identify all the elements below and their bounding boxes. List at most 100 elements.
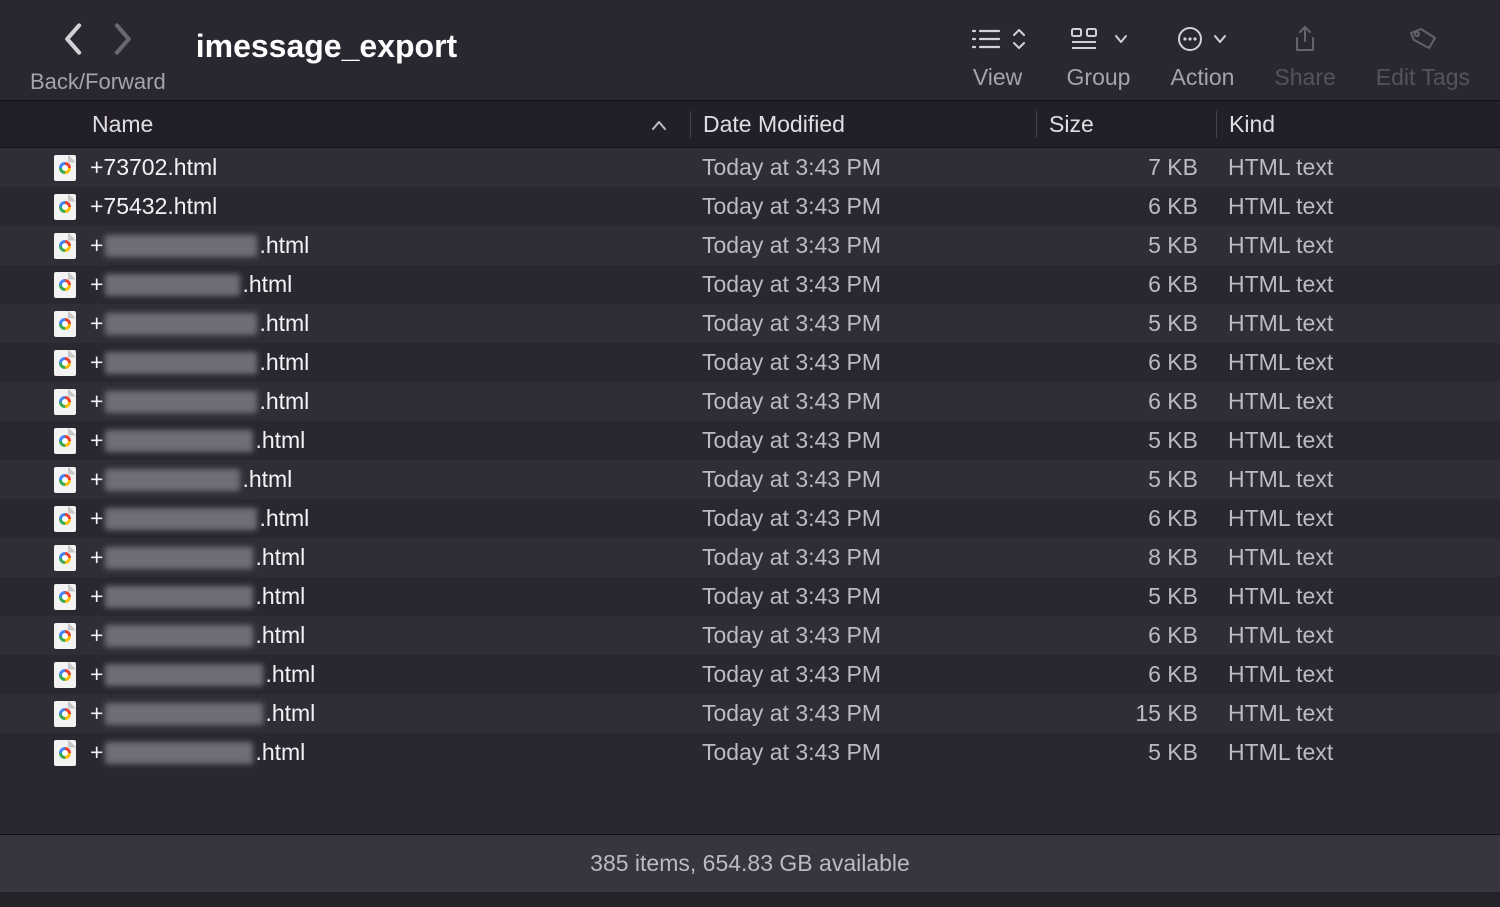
file-row[interactable]: +.htmlToday at 3:43 PM6 KBHTML text: [0, 343, 1500, 382]
file-row[interactable]: +73702.htmlToday at 3:43 PM7 KBHTML text: [0, 148, 1500, 187]
file-row[interactable]: +.html Today at 3:43 PM6 KBHTML text: [0, 616, 1500, 655]
sort-ascending-icon: [650, 111, 668, 138]
column-header-size[interactable]: Size: [1036, 111, 1216, 138]
file-row[interactable]: +.htmlToday at 3:43 PM5 KBHTML text: [0, 733, 1500, 772]
html-file-icon: [54, 155, 76, 181]
forward-button[interactable]: [111, 22, 133, 61]
redacted-segment: [105, 235, 257, 257]
file-name: +75432.html: [90, 193, 217, 220]
html-file-icon: [54, 389, 76, 415]
view-label: View: [973, 64, 1022, 91]
column-header-kind-label: Kind: [1229, 111, 1275, 138]
file-row[interactable]: +.htmlToday at 3:43 PM15 KBHTML text: [0, 694, 1500, 733]
file-name-cell: +.html: [0, 739, 690, 766]
file-name-cell: +.html: [0, 232, 690, 259]
action-control[interactable]: Action: [1170, 18, 1234, 91]
redacted-segment: [105, 508, 257, 530]
file-date-cell: Today at 3:43 PM: [690, 583, 1036, 610]
file-date-cell: Today at 3:43 PM: [690, 466, 1036, 493]
file-size-cell: 6 KB: [1036, 349, 1216, 376]
file-size-cell: 6 KB: [1036, 622, 1216, 649]
file-row[interactable]: +.htmlToday at 3:43 PM5 KBHTML text: [0, 577, 1500, 616]
file-name-cell: +.html: [0, 505, 690, 532]
file-size-cell: 5 KB: [1036, 466, 1216, 493]
file-name: +.html: [90, 466, 292, 493]
column-header-name[interactable]: Name: [0, 111, 690, 138]
file-row[interactable]: +.htmlToday at 3:43 PM5 KBHTML text: [0, 226, 1500, 265]
file-row[interactable]: +75432.htmlToday at 3:43 PM6 KBHTML text: [0, 187, 1500, 226]
file-row[interactable]: +.htmlToday at 3:43 PM5 KBHTML text: [0, 304, 1500, 343]
share-control: Share: [1274, 18, 1335, 91]
redacted-segment: [105, 742, 253, 764]
back-button[interactable]: [63, 22, 85, 61]
file-date-cell: Today at 3:43 PM: [690, 349, 1036, 376]
html-file-icon: [54, 428, 76, 454]
html-file-icon: [54, 623, 76, 649]
share-label: Share: [1274, 64, 1335, 91]
file-date-cell: Today at 3:43 PM: [690, 427, 1036, 454]
column-header-row: Name Date Modified Size Kind: [0, 100, 1500, 148]
status-bar: 385 items, 654.83 GB available: [0, 834, 1500, 892]
column-header-kind[interactable]: Kind: [1216, 111, 1500, 138]
redacted-segment: [105, 664, 263, 686]
edit-tags-label: Edit Tags: [1376, 64, 1470, 91]
file-kind-cell: HTML text: [1216, 310, 1500, 337]
file-size-cell: 7 KB: [1036, 154, 1216, 181]
file-kind-cell: HTML text: [1216, 388, 1500, 415]
file-row[interactable]: +.htmlToday at 3:43 PM5 KBHTML text: [0, 421, 1500, 460]
file-name: +.html: [90, 700, 315, 727]
html-file-icon: [54, 506, 76, 532]
html-file-icon: [54, 194, 76, 220]
file-kind-cell: HTML text: [1216, 700, 1500, 727]
file-size-cell: 8 KB: [1036, 544, 1216, 571]
file-size-cell: 5 KB: [1036, 583, 1216, 610]
file-date-cell: Today at 3:43 PM: [690, 622, 1036, 649]
redacted-segment: [105, 586, 253, 608]
share-icon: [1291, 24, 1319, 54]
file-row[interactable]: +.htmlToday at 3:43 PM6 KBHTML text: [0, 499, 1500, 538]
file-row[interactable]: +.html Today at 3:43 PM5 KBHTML text: [0, 460, 1500, 499]
file-row[interactable]: +.htmlToday at 3:43 PM6 KBHTML text: [0, 382, 1500, 421]
html-file-icon: [54, 272, 76, 298]
file-date-cell: Today at 3:43 PM: [690, 544, 1036, 571]
chevron-down-icon: [1113, 26, 1129, 52]
file-kind-cell: HTML text: [1216, 622, 1500, 649]
file-list: +73702.htmlToday at 3:43 PM7 KBHTML text…: [0, 148, 1500, 834]
file-name: +.html: [90, 622, 305, 649]
file-date-cell: Today at 3:43 PM: [690, 193, 1036, 220]
file-name-cell: +75432.html: [0, 193, 690, 220]
file-name: +.html: [90, 427, 305, 454]
html-file-icon: [54, 311, 76, 337]
group-label: Group: [1067, 64, 1131, 91]
html-file-icon: [54, 233, 76, 259]
file-row[interactable]: +.htmlToday at 3:43 PM6 KBHTML text: [0, 655, 1500, 694]
column-header-date[interactable]: Date Modified: [690, 111, 1036, 138]
file-name-cell: +.html: [0, 544, 690, 571]
view-control[interactable]: View: [969, 18, 1027, 91]
file-date-cell: Today at 3:43 PM: [690, 154, 1036, 181]
file-date-cell: Today at 3:43 PM: [690, 700, 1036, 727]
html-file-icon: [54, 350, 76, 376]
file-name-cell: +.html: [0, 622, 690, 649]
file-row[interactable]: +.htmlToday at 3:43 PM8 KBHTML text: [0, 538, 1500, 577]
file-name: +.html: [90, 583, 305, 610]
file-name: +.html: [90, 388, 309, 415]
file-name-cell: +.html: [0, 661, 690, 688]
redacted-segment: [105, 625, 253, 647]
bottom-strip: [0, 892, 1500, 907]
redacted-segment: [105, 352, 257, 374]
redacted-segment: [105, 391, 257, 413]
group-control[interactable]: Group: [1067, 18, 1131, 91]
file-size-cell: 5 KB: [1036, 310, 1216, 337]
file-size-cell: 6 KB: [1036, 193, 1216, 220]
redacted-segment: [105, 547, 253, 569]
column-header-size-label: Size: [1049, 111, 1094, 138]
file-kind-cell: HTML text: [1216, 739, 1500, 766]
file-name: +.html: [90, 544, 305, 571]
file-name-cell: +.html: [0, 583, 690, 610]
file-date-cell: Today at 3:43 PM: [690, 739, 1036, 766]
file-name-cell: +.html: [0, 427, 690, 454]
nav-back-forward: Back/Forward: [30, 18, 166, 95]
file-row[interactable]: +.htmlToday at 3:43 PM6 KBHTML text: [0, 265, 1500, 304]
file-kind-cell: HTML text: [1216, 466, 1500, 493]
